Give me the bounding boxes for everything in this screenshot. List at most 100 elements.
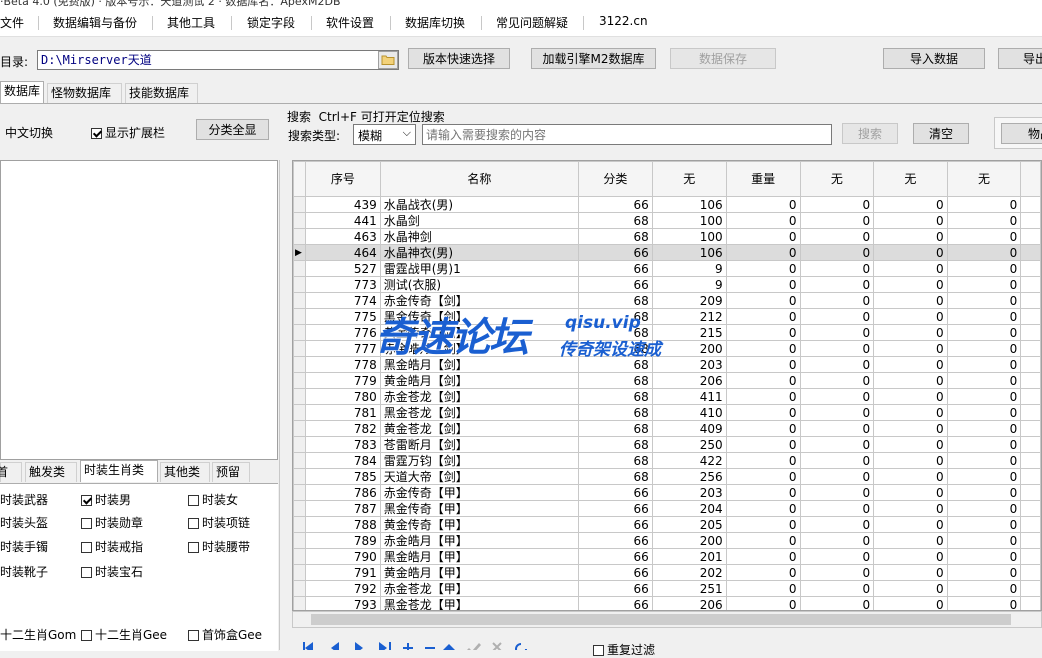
table-cell[interactable]: 792	[304, 580, 381, 597]
table-cell[interactable]: 0	[725, 532, 801, 549]
load-engine-db-button[interactable]: 加载引擎M2数据库	[531, 48, 656, 69]
menu-faq[interactable]: 常见问题解疑	[496, 14, 568, 31]
table-cell[interactable]: 0	[799, 260, 875, 277]
table-cell[interactable]: 68	[577, 356, 653, 373]
menu-other-tools[interactable]: 其他工具	[167, 14, 215, 31]
menu-lock-fields[interactable]: 锁定字段	[247, 14, 295, 31]
table-cell[interactable]: 66	[577, 516, 653, 533]
table-cell[interactable]: 68	[577, 388, 653, 405]
chinese-switch-label[interactable]: 中文切换	[5, 124, 53, 141]
table-cell[interactable]: 66	[577, 484, 653, 501]
table-cell[interactable]: 106	[651, 196, 727, 213]
item-button[interactable]: 物品	[1001, 123, 1042, 144]
table-cell[interactable]: 0	[873, 340, 948, 357]
table-cell[interactable]	[1020, 436, 1041, 453]
table-row[interactable]: 787 黑金传奇【甲】 66 204 0 0 0 0	[293, 500, 1041, 517]
table-row[interactable]: 788 黄金传奇【甲】 66 205 0 0 0 0	[293, 516, 1041, 533]
table-cell[interactable]: 100	[651, 228, 727, 245]
table-cell[interactable]: 0	[873, 404, 948, 421]
search-button[interactable]: 搜索	[842, 123, 898, 144]
table-cell[interactable]: 0	[946, 324, 1022, 341]
table-cell[interactable]: 0	[799, 596, 875, 610]
table-cell[interactable]: 0	[873, 388, 948, 405]
table-cell[interactable]: 0	[873, 516, 948, 533]
table-cell[interactable]: 791	[304, 564, 381, 581]
table-row[interactable]: 782 黄金苍龙【剑】 68 409 0 0 0 0	[293, 420, 1041, 437]
table-cell[interactable]: 黑金皓月【剑】	[379, 356, 579, 373]
table-row[interactable]: ▶ 464 水晶神衣(男) 66 106 0 0 0 0	[293, 244, 1041, 261]
table-cell[interactable]: 雷霆万钧【剑】	[379, 452, 579, 469]
table-cell[interactable]: 68	[577, 340, 653, 357]
table-cell[interactable]	[1020, 228, 1041, 245]
table-cell[interactable]: 409	[651, 420, 727, 437]
table-cell[interactable]: 0	[946, 564, 1022, 581]
menu-db-switch[interactable]: 数据库切换	[405, 14, 465, 31]
table-cell[interactable]: 793	[304, 596, 381, 610]
table-cell[interactable]: 66	[577, 244, 653, 261]
table-cell[interactable]: 66	[577, 500, 653, 517]
table-cell[interactable]: 0	[725, 260, 801, 277]
table-row[interactable]: 779 黄金皓月【剑】 68 206 0 0 0 0	[293, 372, 1041, 389]
table-cell[interactable]: 0	[946, 500, 1022, 517]
table-cell[interactable]: 0	[799, 436, 875, 453]
table-cell[interactable]: 0	[799, 340, 875, 357]
table-cell[interactable]: 68	[577, 372, 653, 389]
table-cell[interactable]: 422	[651, 452, 727, 469]
table-cell[interactable]: 黑金传奇【剑】	[379, 308, 579, 325]
option-fashion-bracelet[interactable]: 时装手镯	[0, 538, 48, 555]
table-cell[interactable]: 0	[946, 548, 1022, 565]
option-fashion-male[interactable]: 时装男	[81, 491, 131, 508]
table-cell[interactable]	[1020, 196, 1041, 213]
table-cell[interactable]: 0	[725, 356, 801, 373]
table-cell[interactable]: 0	[799, 244, 875, 261]
table-cell[interactable]: 779	[304, 372, 381, 389]
table-cell[interactable]: 463	[304, 228, 381, 245]
table-cell[interactable]: 0	[799, 388, 875, 405]
menu-file[interactable]: 文件	[0, 14, 24, 31]
option-fashion-helmet[interactable]: 时装头盔	[0, 514, 48, 531]
table-cell[interactable]: 9	[651, 260, 727, 277]
folder-browse-icon[interactable]	[378, 51, 398, 69]
table-cell[interactable]: 441	[304, 212, 381, 229]
table-cell[interactable]: 0	[725, 436, 801, 453]
table-row[interactable]: 781 黑金苍龙【剑】 68 410 0 0 0 0	[293, 404, 1041, 421]
table-cell[interactable]: 赤金苍龙【剑】	[379, 388, 579, 405]
table-cell[interactable]: 0	[725, 308, 801, 325]
left-tree-panel[interactable]	[0, 160, 278, 460]
table-cell[interactable]: 9	[651, 276, 727, 293]
table-cell[interactable]: 66	[577, 548, 653, 565]
table-cell[interactable]: 0	[946, 292, 1022, 309]
table-cell[interactable]: 0	[873, 532, 948, 549]
table-cell[interactable]: 203	[651, 484, 727, 501]
table-cell[interactable]: 209	[651, 292, 727, 309]
table-row[interactable]: 463 水晶神剑 68 100 0 0 0 0	[293, 228, 1041, 245]
table-cell[interactable]: 788	[304, 516, 381, 533]
table-cell[interactable]: 0	[873, 596, 948, 610]
table-cell[interactable]: 0	[799, 420, 875, 437]
table-cell[interactable]: 0	[725, 212, 801, 229]
table-row[interactable]: 791 黄金皓月【甲】 66 202 0 0 0 0	[293, 564, 1041, 581]
search-type-select[interactable]: 模糊 ⌵	[353, 124, 416, 145]
table-cell[interactable]: 68	[577, 468, 653, 485]
table-cell[interactable]: 789	[304, 532, 381, 549]
table-cell[interactable]: 0	[873, 580, 948, 597]
table-cell[interactable]: 256	[651, 468, 727, 485]
table-cell[interactable]: 0	[873, 468, 948, 485]
table-cell[interactable]: 201	[651, 548, 727, 565]
table-cell[interactable]: 777	[304, 340, 381, 357]
table-row[interactable]: 783 苍雷断月【剑】 68 250 0 0 0 0	[293, 436, 1041, 453]
table-cell[interactable]: 205	[651, 516, 727, 533]
table-cell[interactable]: 0	[799, 228, 875, 245]
column-header[interactable]: 无	[873, 161, 948, 197]
table-cell[interactable]: 0	[873, 308, 948, 325]
table-cell[interactable]	[1020, 452, 1041, 469]
table-cell[interactable]: 0	[873, 356, 948, 373]
table-cell[interactable]	[1020, 484, 1041, 501]
table-cell[interactable]: 0	[946, 212, 1022, 229]
horizontal-scrollbar[interactable]	[292, 611, 1042, 628]
table-cell[interactable]: 水晶剑	[379, 212, 579, 229]
table-cell[interactable]: 0	[725, 324, 801, 341]
show-ext-checkbox[interactable]: 显示扩展栏	[91, 124, 165, 141]
column-header[interactable]: 重量	[725, 161, 801, 197]
table-row[interactable]: 792 赤金苍龙【甲】 66 251 0 0 0 0	[293, 580, 1041, 597]
